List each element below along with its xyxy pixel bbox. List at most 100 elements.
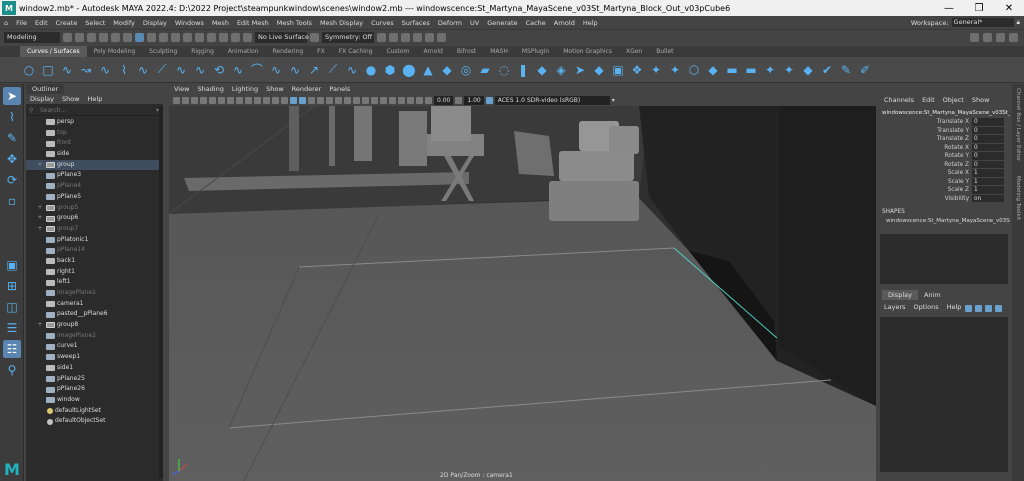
snap-point-icon[interactable] — [207, 33, 216, 42]
menu-edit-mesh[interactable]: Edit Mesh — [233, 19, 273, 27]
shelf-tool-icon[interactable]: ⌇ — [117, 63, 131, 77]
shelf-tool-icon[interactable]: ◈ — [554, 63, 568, 77]
shelf-tab-motion-graphics[interactable]: Motion Graphics — [556, 46, 619, 57]
outliner-item[interactable]: pPlane5 — [26, 192, 163, 203]
search-icon[interactable]: ⚲ — [3, 361, 21, 379]
outliner-item[interactable]: pPlane3 — [26, 170, 163, 181]
menu-mesh[interactable]: Mesh — [208, 19, 233, 27]
shelf-tool-icon[interactable]: ➤ — [573, 63, 587, 77]
attribute-value-field[interactable]: 0 — [972, 160, 1004, 169]
history-icon[interactable] — [377, 33, 386, 42]
xray-joints-icon[interactable] — [407, 96, 414, 104]
motion-blur-icon[interactable] — [362, 96, 369, 104]
outliner-item[interactable]: side — [26, 149, 163, 160]
viewport-menu-panels[interactable]: Panels — [329, 84, 350, 94]
attribute-name[interactable]: Visibility — [878, 195, 972, 204]
wireframe-on-shaded-icon[interactable] — [317, 96, 324, 104]
dropdown-arrow-icon[interactable]: ▾ — [612, 97, 615, 104]
layer-move-up-icon[interactable] — [965, 304, 972, 312]
home-icon[interactable]: ⌂ — [0, 19, 12, 27]
expand-toggle-icon[interactable]: + — [36, 213, 44, 224]
outliner-item[interactable]: window — [26, 395, 163, 406]
attribute-value-field[interactable]: 0 — [972, 126, 1004, 135]
new-layer-selected-icon[interactable] — [995, 304, 1002, 312]
outliner-item[interactable]: right1 — [26, 267, 163, 278]
attribute-value-field[interactable]: 0 — [972, 118, 1004, 127]
move-tool-icon[interactable]: ✥ — [3, 150, 21, 168]
shelf-tool-icon[interactable]: ✦ — [649, 63, 663, 77]
menu-select[interactable]: Select — [81, 19, 109, 27]
expand-toggle-icon[interactable]: + — [36, 320, 44, 331]
channelbox-menu-show[interactable]: Show — [972, 94, 990, 106]
menu-surfaces[interactable]: Surfaces — [398, 19, 434, 27]
outliner-item[interactable]: top — [26, 128, 163, 139]
menu-curves[interactable]: Curves — [367, 19, 398, 27]
attribute-editor-icon[interactable] — [983, 33, 992, 42]
outliner-menu-show[interactable]: Show — [62, 94, 80, 104]
exposure-field[interactable]: 0.00 — [434, 95, 454, 105]
outliner-item[interactable]: imagePlane2 — [26, 331, 163, 342]
shelf-tab-msplugin[interactable]: MSPlugin — [515, 46, 556, 57]
depth-of-field-icon[interactable] — [380, 96, 387, 104]
shelf-tool-icon[interactable]: ✦ — [763, 63, 777, 77]
mask-icon[interactable] — [159, 33, 168, 42]
shelf-tool-icon[interactable]: ◆ — [801, 63, 815, 77]
shelf-tool-icon[interactable]: ∿ — [174, 63, 188, 77]
resolution-gate-icon[interactable] — [245, 96, 252, 104]
outliner-item[interactable]: pPlane25 — [26, 374, 163, 385]
shelf-tool-icon[interactable]: ✦ — [782, 63, 796, 77]
shelf-tool-icon[interactable]: ✦ — [668, 63, 682, 77]
xray-icon[interactable] — [398, 96, 405, 104]
menu-uv[interactable]: UV — [466, 19, 483, 27]
outliner-item[interactable]: curve1 — [26, 341, 163, 352]
shelf-tool-icon[interactable]: ∿ — [193, 63, 207, 77]
shelf-tab-animation[interactable]: Animation — [221, 46, 266, 57]
shelf-tool-icon[interactable]: ✐ — [858, 63, 872, 77]
viewport-menu-view[interactable]: View — [174, 84, 189, 94]
xray-components-icon[interactable] — [416, 96, 423, 104]
layer-tab-anim[interactable]: Anim — [918, 290, 947, 300]
film-gate-icon[interactable] — [236, 96, 243, 104]
textured-icon[interactable] — [326, 96, 333, 104]
workspace-lock-icon[interactable]: 🔒︎ — [1017, 18, 1020, 27]
scale-tool-icon[interactable]: ▫ — [3, 192, 21, 210]
outliner-item[interactable]: + group8 — [26, 320, 163, 331]
outliner-tab[interactable]: Outliner — [26, 84, 65, 94]
persp-outliner-layout-icon[interactable]: ☷ — [3, 340, 21, 358]
tool-settings-icon[interactable] — [996, 33, 1005, 42]
two-pane-layout-icon[interactable]: ◫ — [3, 298, 21, 316]
attribute-name[interactable]: Translate Y — [878, 127, 972, 136]
expand-toggle-icon[interactable]: + — [36, 160, 44, 171]
viewport-menu-lighting[interactable]: Lighting — [232, 84, 258, 94]
redo-icon[interactable] — [111, 33, 120, 42]
expand-toggle-icon[interactable]: + — [36, 224, 44, 235]
safe-title-icon[interactable] — [281, 96, 288, 104]
attribute-value-field[interactable]: 0 — [972, 135, 1004, 144]
shelf-tab-arnold[interactable]: Arnold — [416, 46, 449, 57]
attribute-name[interactable]: Translate X — [878, 118, 972, 127]
attribute-name[interactable]: Scale Y — [878, 178, 972, 187]
safe-action-icon[interactable] — [272, 96, 279, 104]
mask-icon[interactable] — [171, 33, 180, 42]
outliner-item[interactable]: back1 — [26, 256, 163, 267]
shelf-tool-icon[interactable]: ● — [364, 63, 378, 77]
attribute-name[interactable]: Rotate Z — [878, 161, 972, 170]
grid-icon[interactable] — [227, 96, 234, 104]
shelf-tool-icon[interactable]: ∿ — [345, 63, 359, 77]
shape-name[interactable]: windowscence:St_Martyna_MayaScene_v03St_… — [878, 218, 1010, 224]
layer-menu-layers[interactable]: Layers — [884, 302, 906, 313]
image-plane-icon[interactable] — [200, 96, 207, 104]
shelf-tool-icon[interactable]: ↝ — [79, 63, 93, 77]
shelf-tool-icon[interactable]: ❖ — [630, 63, 644, 77]
ipr-render-icon[interactable] — [401, 33, 410, 42]
outliner-search-input[interactable]: ⚲ Search... ▾ — [26, 105, 163, 116]
shelf-tool-icon[interactable]: ◆ — [440, 63, 454, 77]
outliner-item[interactable]: camera1 — [26, 299, 163, 310]
shelf-tool-icon[interactable]: ▣ — [611, 63, 625, 77]
shelf-tool-icon[interactable]: ▲ — [421, 63, 435, 77]
menu-create[interactable]: Create — [52, 19, 82, 27]
new-scene-icon[interactable] — [63, 33, 72, 42]
camera-select-icon[interactable] — [173, 96, 180, 104]
workspace-selector[interactable]: Workspace: General* 🔒︎ — [911, 18, 1024, 27]
viewport-menu-renderer[interactable]: Renderer — [292, 84, 322, 94]
